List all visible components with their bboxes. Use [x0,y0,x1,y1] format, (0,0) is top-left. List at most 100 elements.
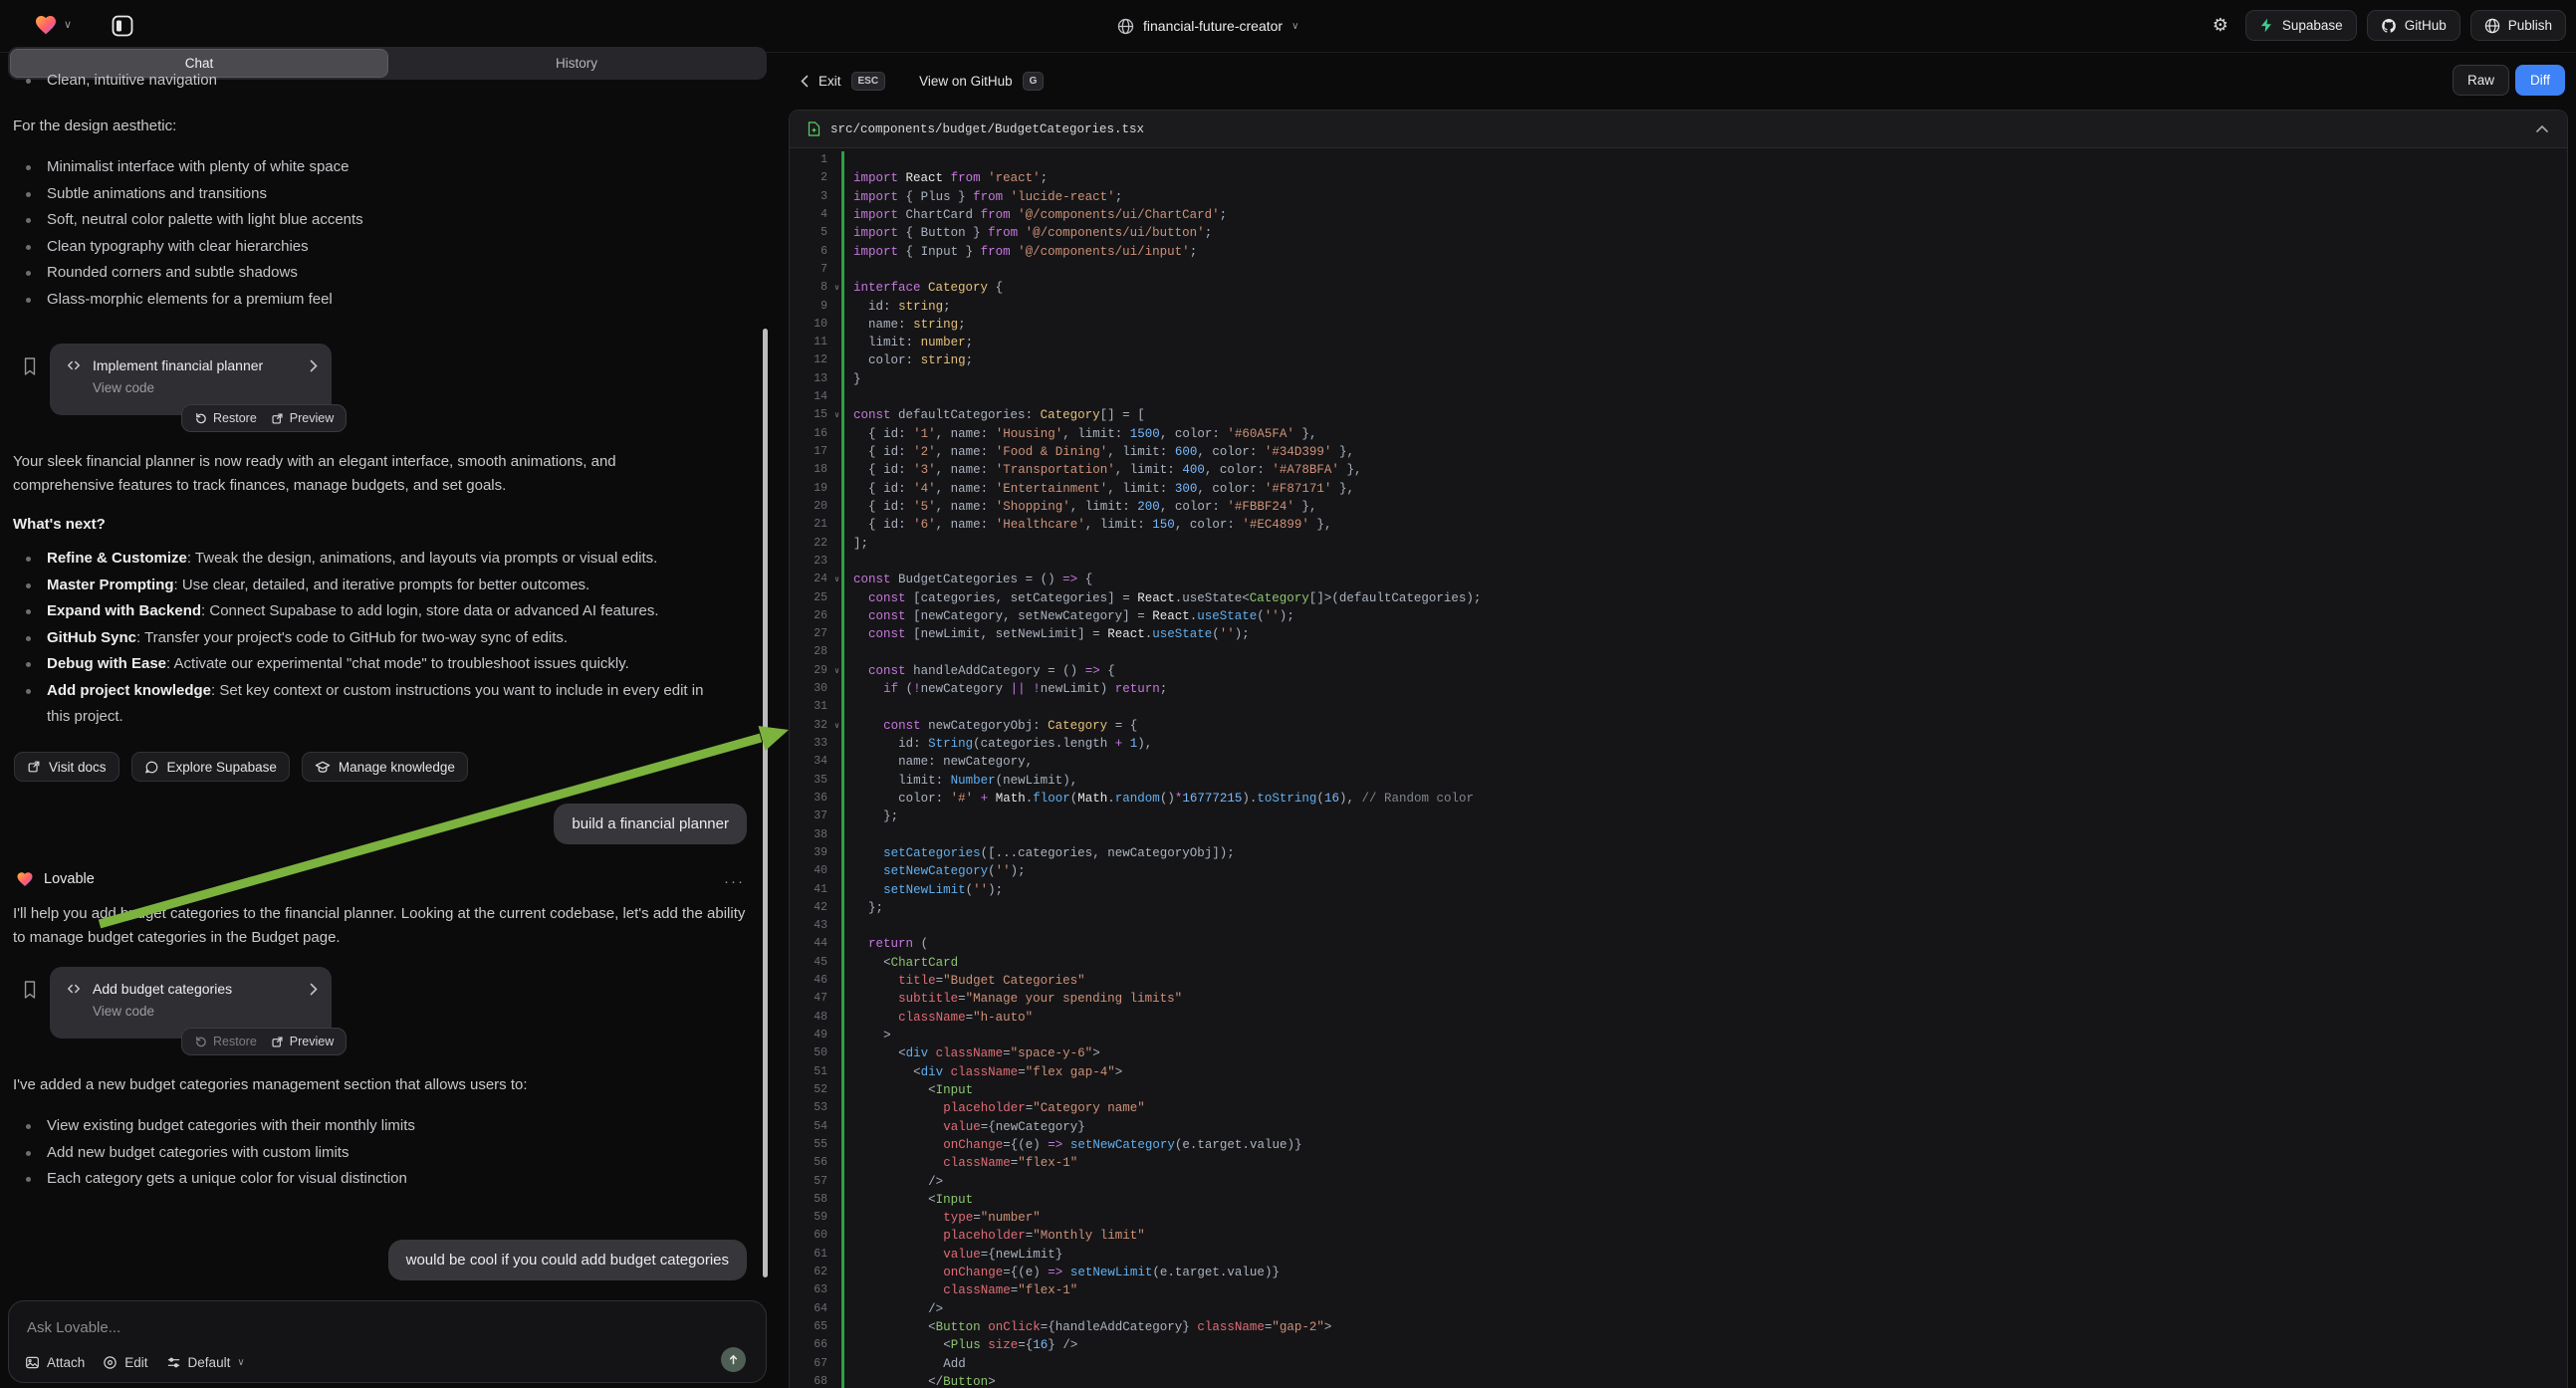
list-item: View existing budget categories with the… [13,1113,415,1140]
exit-button[interactable]: Exit [819,74,841,89]
line-number: 15∨ [790,406,841,424]
code-line: 26 const [newCategory, setNewCategory] =… [790,607,2567,625]
restore-button[interactable]: Restore [194,411,257,425]
code-brackets-icon [66,358,82,372]
code-line: 19 { id: '4', name: 'Entertainment', lim… [790,480,2567,498]
code-text: return ( [841,935,2567,953]
attach-button[interactable]: Attach [25,1355,85,1370]
code-line: 64 /> [790,1300,2567,1318]
code-text: placeholder="Monthly limit" [841,1227,2567,1245]
list-item: Rounded corners and subtle shadows [13,260,363,287]
bookmark-icon[interactable] [22,356,38,376]
code-viewer: src/components/budget/BudgetCategories.t… [789,110,2568,1388]
list-item: Glass-morphic elements for a premium fee… [13,287,363,314]
fold-chevron-icon[interactable]: ∨ [834,718,839,736]
line-number: 8∨ [790,279,841,297]
line-number: 39 [790,844,841,862]
chat-scrollbar[interactable] [763,329,768,1277]
code-text: const newCategoryObj: Category = { [841,717,2567,735]
view-code-link[interactable]: View code [93,1004,318,1019]
line-number: 33 [790,735,841,753]
design-heading: For the design aesthetic: [13,115,176,138]
supabase-button[interactable]: Supabase [2245,10,2357,41]
sidebar-toggle-icon[interactable] [108,11,137,41]
chat-input[interactable]: Ask Lovable... [27,1319,120,1336]
line-number: 16 [790,425,841,443]
sliders-icon [166,1355,181,1370]
code-line: 45 <ChartCard [790,954,2567,972]
code-line: 67 Add [790,1355,2567,1373]
list-item: Clean typography with clear hierarchies [13,234,363,261]
line-number: 14 [790,388,841,406]
code-text: { id: '4', name: 'Entertainment', limit:… [841,480,2567,498]
code-line: 33 id: String(categories.length + 1), [790,735,2567,753]
code-line: 13} [790,370,2567,388]
explore-supabase-button[interactable]: Explore Supabase [131,752,290,782]
line-number: 67 [790,1355,841,1373]
edit-button[interactable]: Edit [103,1355,147,1370]
code-text: type="number" [841,1209,2567,1227]
message-menu-icon[interactable]: ··· [724,873,745,890]
code-text: onChange={(e) => setNewLimit(e.target.va… [841,1264,2567,1281]
send-button[interactable] [721,1347,746,1372]
mode-selector[interactable]: Default ∨ [166,1355,245,1370]
restore-button[interactable]: Restore [194,1035,257,1048]
preview-button[interactable]: Preview [271,1035,334,1048]
fold-chevron-icon[interactable]: ∨ [834,280,839,298]
code-line: 2import React from 'react'; [790,169,2567,187]
quick-action-buttons: Visit docs Explore Supabase Manage knowl… [14,752,468,782]
line-number: 27 [790,625,841,643]
code-text: import { Plus } from 'lucide-react'; [841,188,2567,206]
github-button[interactable]: GitHub [2367,10,2460,41]
code-text: <Button onClick={handleAddCategory} clas… [841,1318,2567,1336]
code-text: setNewCategory(''); [841,862,2567,880]
file-header[interactable]: src/components/budget/BudgetCategories.t… [790,111,2567,148]
fold-chevron-icon[interactable]: ∨ [834,572,839,589]
fold-chevron-icon[interactable]: ∨ [834,663,839,681]
line-number: 31 [790,698,841,716]
chat-composer[interactable]: Ask Lovable... Attach Edit Default ∨ [8,1300,767,1383]
line-number: 12 [790,351,841,369]
code-line: 25 const [categories, setCategories] = R… [790,589,2567,607]
code-text: <Input [841,1081,2567,1099]
top-bar: ∨ financial-future-creator ∨ ⚙ Supabas [0,0,2576,53]
line-number: 5 [790,224,841,242]
line-number: 41 [790,881,841,899]
visit-docs-button[interactable]: Visit docs [14,752,119,782]
manage-knowledge-button[interactable]: Manage knowledge [302,752,468,782]
code-text [841,917,2567,935]
project-switcher[interactable]: financial-future-creator ∨ [1117,0,1298,52]
whats-next-list: Refine & Customize: Tweak the design, an… [13,546,722,731]
code-line: 16 { id: '1', name: 'Housing', limit: 15… [790,425,2567,443]
tab-history[interactable]: History [388,49,765,78]
code-line: 1 [790,151,2567,169]
publish-button[interactable]: Publish [2470,10,2566,41]
code-line: 55 onChange={(e) => setNewCategory(e.tar… [790,1136,2567,1154]
code-line: 5import { Button } from '@/components/ui… [790,224,2567,242]
whats-next-heading: What's next? [13,516,106,533]
line-number: 53 [790,1099,841,1117]
code-text: { id: '2', name: 'Food & Dining', limit:… [841,443,2567,461]
collapse-chevron-up-icon[interactable] [2535,124,2549,133]
raw-toggle-button[interactable]: Raw [2453,65,2509,96]
code-text: className="h-auto" [841,1009,2567,1027]
logo-dropdown-chevron-icon[interactable]: ∨ [64,18,72,31]
preview-button[interactable]: Preview [271,411,334,425]
view-on-github-button[interactable]: View on GitHub [919,74,1013,89]
list-item: Expand with Backend: Connect Supabase to… [13,598,722,625]
code-line: 54 value={newCategory} [790,1118,2567,1136]
code-text: subtitle="Manage your spending limits" [841,990,2567,1008]
line-number: 20 [790,498,841,516]
view-code-link[interactable]: View code [93,380,318,395]
code-text: <Plus size={16} /> [841,1336,2567,1354]
code-text: { id: '3', name: 'Transportation', limit… [841,461,2567,479]
lovable-logo-icon[interactable] [34,13,58,37]
code-text [841,826,2567,844]
code-text [841,151,2567,169]
settings-gear-icon[interactable]: ⚙ [2206,11,2235,41]
code-line: 34 name: newCategory, [790,753,2567,771]
code-line: 63 className="flex-1" [790,1281,2567,1299]
diff-toggle-button[interactable]: Diff [2515,65,2565,96]
bookmark-icon[interactable] [22,980,38,1000]
fold-chevron-icon[interactable]: ∨ [834,407,839,425]
